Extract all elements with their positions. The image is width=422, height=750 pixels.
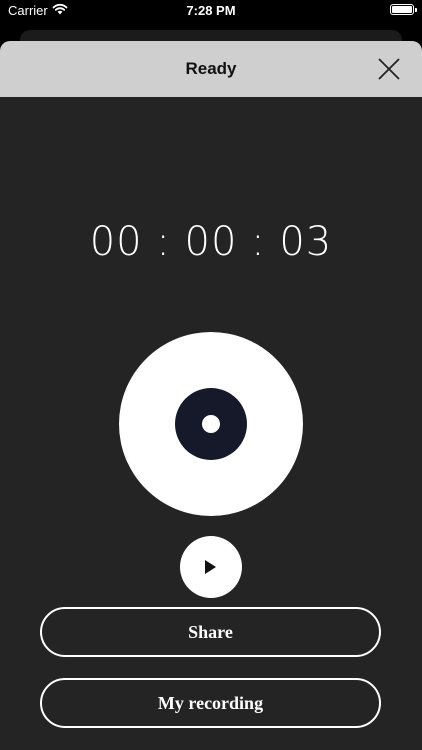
share-button[interactable]: Share	[40, 607, 381, 657]
status-time: 7:28 PM	[186, 3, 236, 18]
record-center	[175, 388, 247, 460]
record-icon[interactable]	[119, 332, 303, 516]
play-button[interactable]	[180, 536, 242, 598]
elapsed-timer: 00 : 00 : 03	[89, 219, 333, 265]
recorder-sheet: Ready 00 : 00 : 03 Share My recording	[0, 41, 422, 750]
close-icon[interactable]	[376, 56, 402, 82]
play-icon	[205, 560, 216, 574]
battery-icon	[390, 4, 417, 15]
nav-title: Ready	[185, 59, 237, 78]
nav-bar: Ready	[0, 41, 422, 97]
my-recording-button[interactable]: My recording	[40, 678, 381, 728]
record-dot	[202, 415, 220, 433]
status-bar: Carrier 7:28 PM	[0, 0, 422, 24]
